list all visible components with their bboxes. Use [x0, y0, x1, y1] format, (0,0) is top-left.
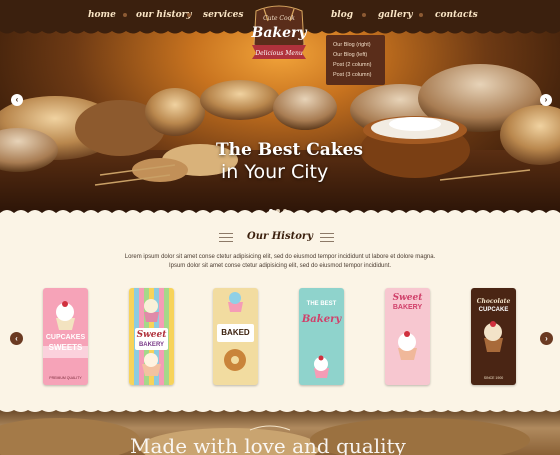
decorative-lines-right [320, 233, 334, 242]
card-title: Sweet [136, 330, 167, 340]
bakery-logo[interactable]: Cute Cook Bakery Delicious Menu [246, 5, 312, 63]
nav-services[interactable]: services [203, 10, 243, 20]
dropdown-item[interactable]: Post (3 column) [326, 70, 385, 80]
logo-script: Cute Cook [263, 15, 295, 22]
hero-subtitle: in Your City [221, 161, 329, 183]
hero-next-button[interactable]: › [540, 94, 552, 106]
hero-title: The Best Cakes [216, 140, 363, 160]
nav-separator [419, 13, 423, 17]
hero-slider: home our history services blog gallery c… [0, 0, 560, 215]
section-title: Our History [247, 231, 313, 242]
nav-separator [187, 13, 191, 17]
blog-dropdown-menu: Our Blog (right) Our Blog (left) Post (2… [326, 35, 385, 85]
card-title: THE BEST [306, 301, 337, 307]
history-text-line1: Lorem ipsum dolor sit amet conse ctetur … [124, 254, 436, 260]
logo-tagline: Delicious Menu [254, 50, 303, 57]
dropdown-item[interactable]: Our Blog (left) [326, 50, 385, 60]
hero-prev-button[interactable]: ‹ [11, 94, 23, 106]
card-subtitle: SWEETS [48, 343, 83, 352]
card-subtitle: BAKERY [392, 304, 423, 311]
nav-home[interactable]: home [88, 10, 116, 20]
card-title: BAKED [221, 328, 250, 337]
history-card[interactable]: Chocolate CUPCAKE SINCE 1900 [471, 288, 516, 385]
card-subtitle: Bakery [301, 314, 342, 325]
history-next-button[interactable]: › [540, 332, 553, 345]
card-caption: SINCE 1900 [483, 376, 504, 380]
card-subtitle: CUPCAKE [478, 307, 509, 313]
card-subtitle: BAKERY [138, 342, 165, 348]
cream-wave [0, 210, 560, 217]
nav-separator [123, 13, 127, 17]
card-title: Sweet [392, 293, 423, 303]
history-card[interactable]: Sweet BAKERY [129, 288, 174, 385]
history-card[interactable]: CUPCAKES SWEETS PREMIUM QUALITY [43, 288, 88, 385]
history-card[interactable]: BAKED [213, 288, 258, 385]
nav-separator [362, 13, 366, 17]
logo-name: Bakery [250, 25, 307, 41]
history-prev-button[interactable]: ‹ [10, 332, 23, 345]
nav-blog[interactable]: blog [331, 10, 353, 20]
bottom-heading: Made with love and quality [130, 434, 406, 455]
nav-our-history[interactable]: our history [136, 10, 192, 20]
dropdown-item[interactable]: Post (2 column) [326, 60, 385, 70]
history-card[interactable]: Sweet BAKERY [385, 288, 430, 385]
history-card[interactable]: THE BEST Bakery [299, 288, 344, 385]
bottom-wave [0, 407, 560, 412]
history-text-line2: Ipsum dolor sit amet conse ctetur adipis… [168, 263, 392, 269]
card-title: CUPCAKES [45, 334, 86, 341]
card-caption: PREMIUM QUALITY [49, 376, 82, 380]
nav-gallery[interactable]: gallery [378, 10, 413, 20]
card-title: Chocolate [476, 298, 511, 305]
dropdown-item[interactable]: Our Blog (right) [326, 40, 385, 50]
nav-contacts[interactable]: contacts [435, 10, 478, 20]
